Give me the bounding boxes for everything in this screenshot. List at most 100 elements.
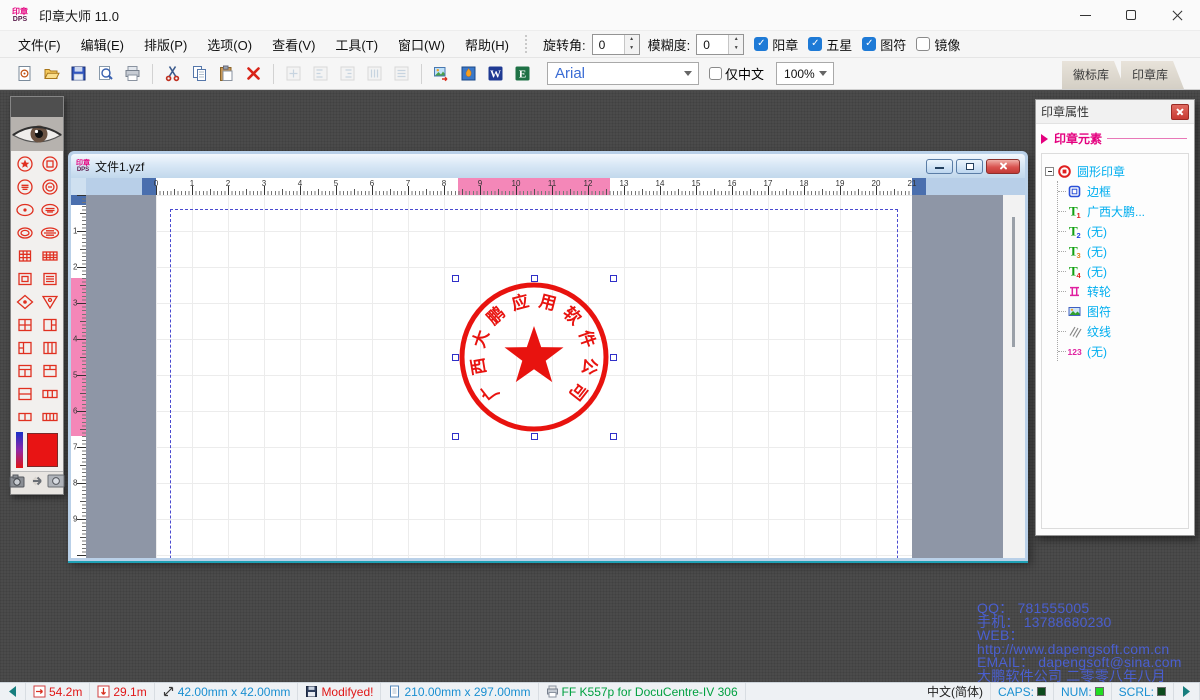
scrollbar-thumb[interactable] [1012,217,1015,347]
stamp-graphic[interactable]: 广西大鹏应用软件公司 [449,272,619,442]
properties-panel-header[interactable]: 印章属性 [1036,100,1194,124]
paste-button[interactable] [214,61,239,86]
minimize-button[interactable] [1062,0,1108,30]
print-button[interactable] [120,61,145,86]
selection-handle[interactable] [610,433,617,440]
spinner-arrows-icon[interactable]: ▲▼ [728,35,743,54]
insert-image-button[interactable] [456,61,481,86]
stamp-shape-cells-3-button[interactable] [37,382,62,405]
cut-button[interactable] [160,61,185,86]
copy-button[interactable] [187,61,212,86]
save-button[interactable] [66,61,91,86]
stamp-shape-cells-2-button[interactable] [12,405,37,428]
status-nav-left[interactable] [0,683,26,700]
maximize-button[interactable] [1108,0,1154,30]
tree-item[interactable]: T1广西大鹏... [1058,201,1185,221]
color-gradient-strip[interactable] [16,432,23,468]
tree-collapse-icon[interactable] [1045,167,1054,176]
checkbox-图符[interactable]: ✓图符 [862,35,906,54]
selection-handle[interactable] [531,275,538,282]
current-color-swatch[interactable] [27,433,58,467]
status-nav-right[interactable] [1174,683,1200,700]
stamp-shape-split-left-button[interactable] [12,336,37,359]
font-combo[interactable]: Arial [547,62,699,85]
stamp-shape-circle-star-button[interactable] [12,152,37,175]
properties-close-button[interactable] [1171,104,1189,120]
tree-item[interactable]: T2(无) [1058,221,1185,241]
new-button[interactable] [12,61,37,86]
stamp-shape-grid-dense-button[interactable] [12,244,37,267]
preview-button[interactable] [93,61,118,86]
document-restore-button[interactable] [956,159,983,174]
tree-item[interactable]: T3(无) [1058,241,1185,261]
stamp-shape-grid-wide-button[interactable] [37,244,62,267]
checkbox-五星[interactable]: ✓五星 [808,35,852,54]
chevron-down-icon [819,71,827,80]
stamp-shape-grid-2x2-button[interactable] [12,313,37,336]
tree-item[interactable]: 123(无) [1058,341,1185,361]
menu-item[interactable]: 编辑(E) [71,31,134,58]
document-minimize-button[interactable] [926,159,953,174]
delete-button[interactable] [241,61,266,86]
selection-handle[interactable] [452,354,459,361]
stamp-shape-split-top-button[interactable] [12,359,37,382]
rotation-spinner[interactable]: 0 ▲▼ [592,34,640,55]
camera-icon[interactable] [9,473,29,494]
stamp-shape-split-h-button[interactable] [12,382,37,405]
menu-item[interactable]: 工具(T) [325,31,388,58]
selection-handle[interactable] [452,275,459,282]
stamp-shape-ellipse-lines-button[interactable] [37,198,62,221]
library-tab[interactable]: 印章库 [1121,61,1184,89]
menu-item[interactable]: 排版(P) [134,31,197,58]
tree-item[interactable]: T4(无) [1058,261,1185,281]
menu-item[interactable]: 查看(V) [262,31,325,58]
stamp-shape-circle-square-button[interactable] [37,152,62,175]
export-word-button[interactable]: W [483,61,508,86]
stamp-shape-ellipse-wide-button[interactable] [37,221,62,244]
blur-spinner[interactable]: 0 ▲▼ [696,34,744,55]
selection-handle[interactable] [452,433,459,440]
export-excel-button[interactable]: E [510,61,535,86]
canvas-vertical-scrollbar[interactable] [1003,195,1025,558]
menu-item[interactable]: 文件(F) [8,31,71,58]
selection-handle[interactable] [610,275,617,282]
stamp-shape-triangle-button[interactable] [37,290,62,313]
menu-item[interactable]: 帮助(H) [455,31,519,58]
stamp-shape-split-vcenter-button[interactable] [37,336,62,359]
export-image-button[interactable] [429,61,454,86]
stamp-shape-square-nested-button[interactable] [12,267,37,290]
document-close-button[interactable] [986,159,1020,174]
stamp-shape-square-lines-button[interactable] [37,267,62,290]
spinner-arrows-icon[interactable]: ▲▼ [624,35,639,54]
stamp-shape-ellipse-plain-button[interactable] [12,221,37,244]
checkbox-镜像[interactable]: 镜像 [916,35,960,54]
zoom-combo[interactable]: 100% [776,62,834,85]
selection-handle[interactable] [610,354,617,361]
tree-item[interactable]: 转轮 [1058,281,1185,301]
document-canvas[interactable]: 广西大鹏应用软件公司 [86,195,1025,558]
stamp-shape-ellipse-star-button[interactable] [12,198,37,221]
stamp-shape-cells-4-button[interactable] [37,405,62,428]
stamp-shape-diamond-button[interactable] [12,290,37,313]
window-controls [1062,0,1200,30]
only-chinese-checkbox[interactable]: 仅中文 [709,64,764,83]
transfer-arrow-icon[interactable] [31,474,45,493]
tree-item[interactable]: 边框 [1058,181,1185,201]
tree-item[interactable]: 纹线 [1058,321,1185,341]
menu-item[interactable]: 选项(O) [197,31,262,58]
photo-icon[interactable] [47,473,65,493]
library-tab[interactable]: 徽标库 [1062,61,1125,89]
close-button[interactable] [1154,0,1200,30]
svg-text:大: 大 [468,327,492,350]
checkbox-阳章[interactable]: ✓阳章 [754,35,798,54]
selection-handle[interactable] [531,433,538,440]
document-title-bar[interactable]: 印章 DPS 文件1.yzf [71,154,1025,178]
stamp-shape-split-top2-button[interactable] [37,359,62,382]
tree-item-root[interactable]: 圆形印章 [1045,161,1185,181]
stamp-shape-circle-lines-button[interactable] [12,175,37,198]
open-button[interactable] [39,61,64,86]
tree-item[interactable]: 图符 [1058,301,1185,321]
stamp-shape-split-right-button[interactable] [37,313,62,336]
stamp-shape-circle-lines2-button[interactable] [37,175,62,198]
menu-item[interactable]: 窗口(W) [388,31,455,58]
